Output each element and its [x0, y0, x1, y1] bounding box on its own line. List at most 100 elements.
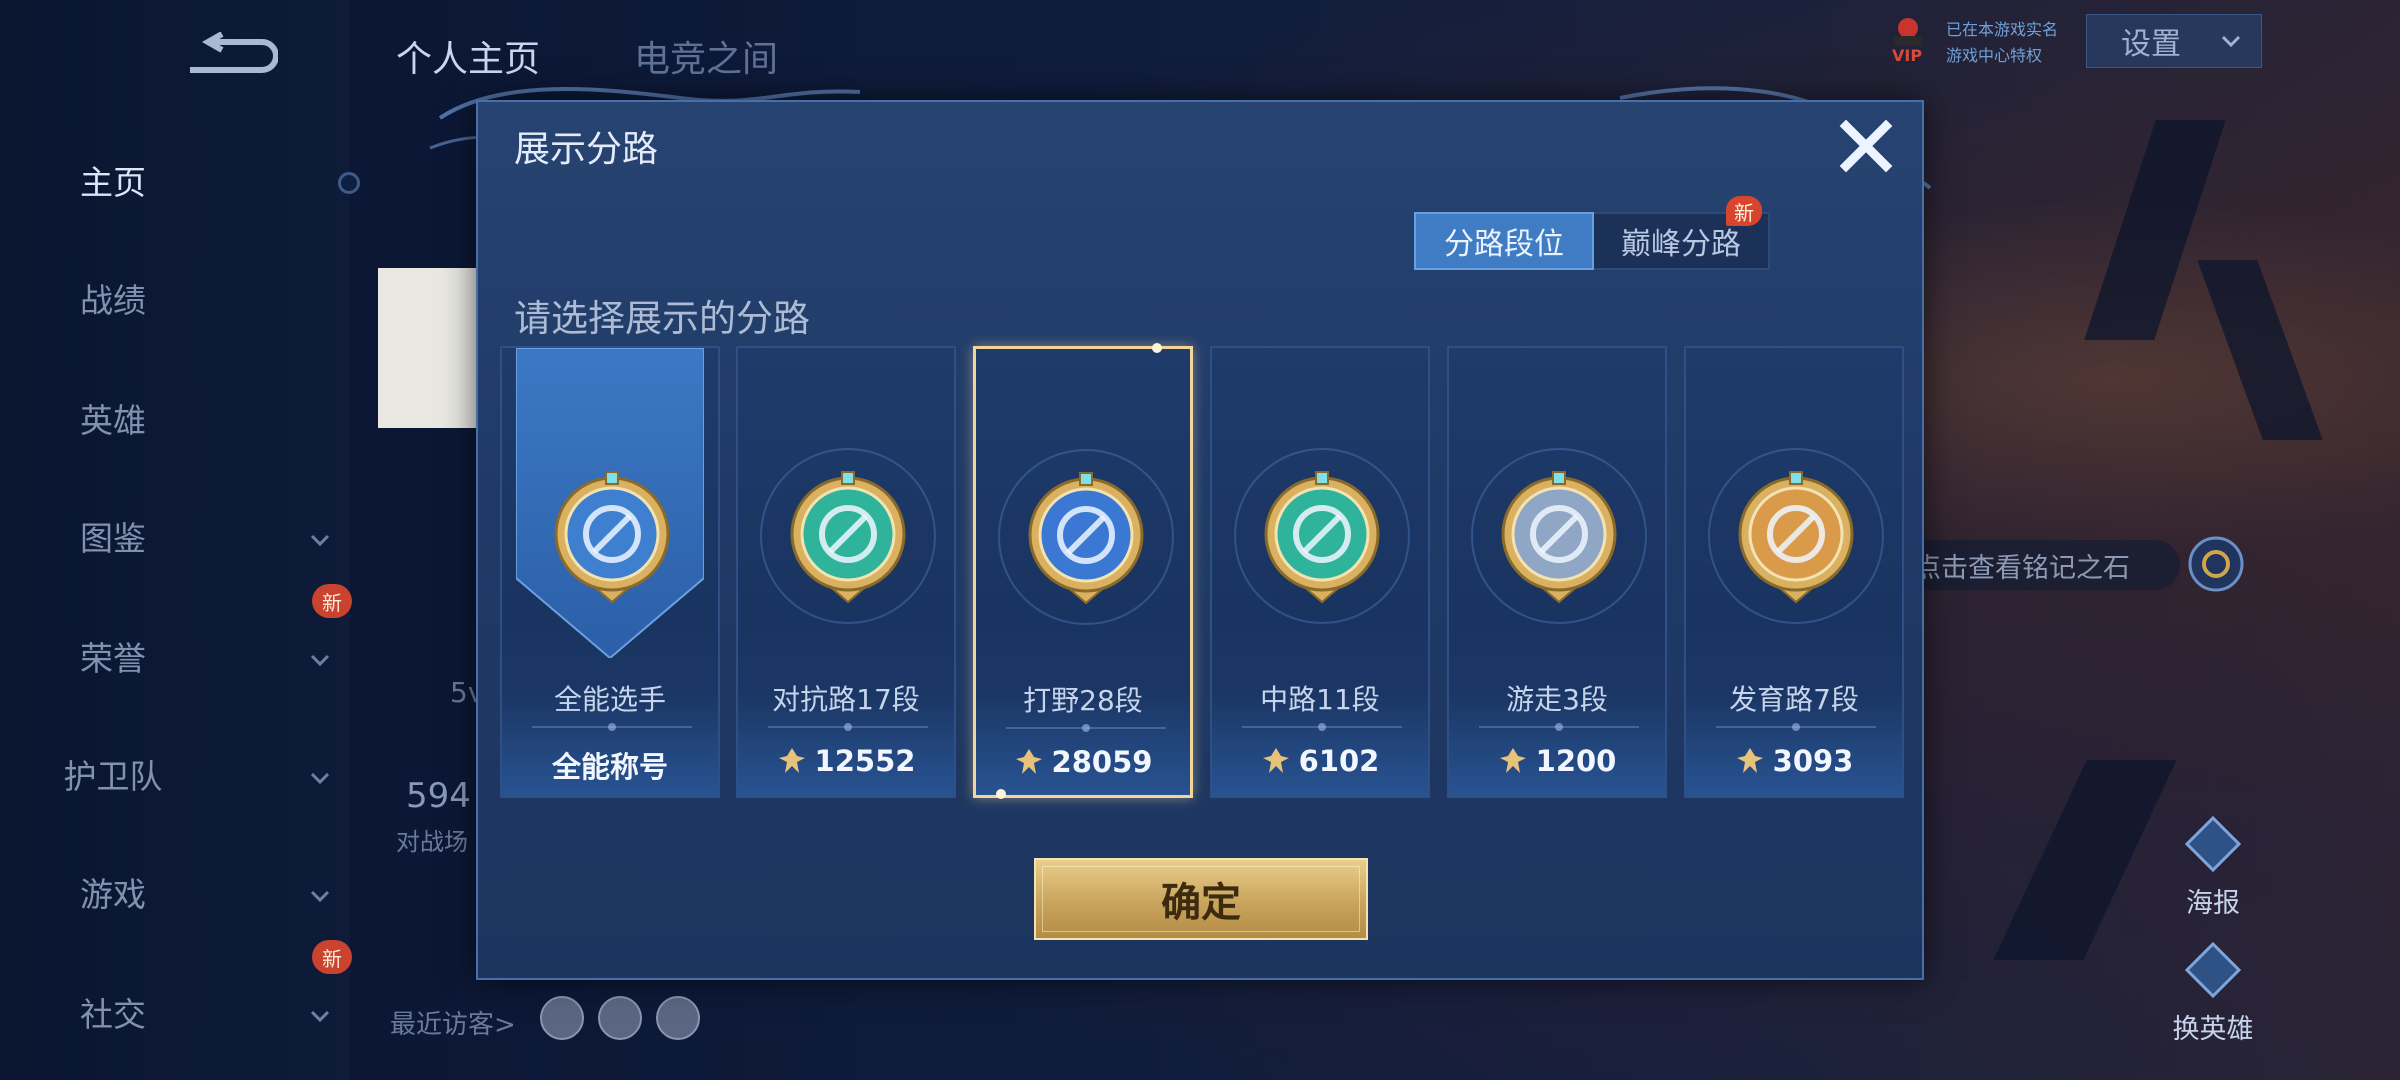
new-badge: 新: [1726, 196, 1762, 226]
sidebar-item[interactable]: 战绩: [0, 268, 350, 328]
lane-card-score-value: 6102: [1298, 744, 1380, 778]
lane-card[interactable]: 全能选手 全能称号: [500, 346, 720, 798]
close-icon[interactable]: [1834, 114, 1898, 178]
partial-sub-text: 对战场: [396, 828, 468, 856]
card-divider: [1242, 723, 1402, 731]
chevron-down-icon: [310, 654, 330, 667]
sidebar-item-label: 护卫队: [63, 757, 163, 796]
rank-points-icon: [1499, 748, 1526, 773]
rank-points-icon: [1015, 749, 1042, 774]
lane-card-name: 对抗路17段: [772, 683, 920, 716]
card-divider: [768, 723, 928, 731]
vip-line-1: 已在本游戏实名: [1946, 20, 2059, 39]
card-divider: [1479, 723, 1639, 731]
rank-points-icon: [1262, 748, 1289, 773]
select-lane-prompt: 请选择展示的分路: [514, 297, 810, 340]
lane-card[interactable]: 发育路7段 3093: [1684, 346, 1904, 798]
switch-hero-icon: [2184, 941, 2242, 999]
lane-card-score: 1200: [1449, 744, 1665, 778]
sidebar-item[interactable]: 社交: [0, 982, 350, 1042]
new-badge: 新: [312, 940, 352, 974]
rune-hint-text: 点击查看铭记之石: [1914, 552, 2130, 584]
card-divider: [1006, 724, 1166, 732]
tab-personal-home[interactable]: 个人主页: [396, 30, 540, 82]
chevron-down-icon: [310, 890, 330, 903]
tab-peak-lane[interactable]: 巅峰分路 新: [1594, 196, 1770, 270]
poster-label: 海报: [2186, 888, 2240, 919]
sidebar-item[interactable]: 护卫队: [0, 744, 350, 804]
rune-hint[interactable]: 点击查看铭记之石: [1880, 540, 2180, 590]
sidebar-item-label: 战绩: [80, 281, 146, 320]
new-badge: 新: [312, 584, 352, 618]
sidebar-item[interactable]: 游戏: [0, 862, 350, 922]
lane-card-score: 6102: [1212, 744, 1428, 778]
sidebar-item[interactable]: 英雄: [0, 388, 350, 448]
chevron-down-icon: [2221, 35, 2241, 48]
sidebar-item-label: 游戏: [80, 875, 146, 914]
lane-card-name: 发育路7段: [1729, 683, 1859, 716]
farm-lane-emblem-icon: [1738, 471, 1854, 604]
sidebar-item[interactable]: 图鉴: [0, 506, 350, 566]
rank-points-icon: [778, 748, 805, 773]
chevron-down-icon: [310, 1010, 330, 1023]
recent-visitors-label[interactable]: 最近访客>: [390, 1004, 516, 1041]
switch-hero-button[interactable]: 换英雄: [2168, 940, 2258, 1046]
lane-card-list: 全能选手 全能称号 对抗路17段 12552 打野28段 28059 中路11段 6102 游走…: [500, 343, 1904, 799]
lane-card-score-value: 3093: [1772, 744, 1854, 778]
lane-card-name: 游走3段: [1506, 683, 1608, 716]
mid-lane-emblem-icon: [1264, 471, 1380, 604]
lane-card-score: 28059: [976, 745, 1190, 779]
sidebar-item-label: 英雄: [80, 401, 146, 440]
lane-card-name: 中路11段: [1260, 683, 1380, 716]
visitor-avatar[interactable]: [656, 996, 700, 1040]
back-arrow-icon[interactable]: [182, 32, 278, 80]
sidebar-item-label: 主页: [80, 163, 146, 202]
tab-lane-rank[interactable]: 分路段位: [1414, 212, 1594, 270]
lane-card-score-value: 全能称号: [551, 750, 668, 784]
lane-card[interactable]: 打野28段 28059: [973, 343, 1193, 799]
confirm-button[interactable]: 确定: [1034, 858, 1368, 940]
vip-label: VIP: [1892, 46, 1923, 65]
lane-card-score-value: 1200: [1535, 744, 1617, 778]
chevron-down-icon: [310, 534, 330, 547]
card-divider: [532, 723, 692, 731]
visitor-avatar[interactable]: [540, 996, 584, 1040]
lane-card-score: 12552: [738, 744, 954, 778]
clash-lane-emblem-icon: [790, 471, 906, 604]
lane-card[interactable]: 对抗路17段 12552: [736, 346, 956, 798]
rank-points-icon: [1736, 748, 1763, 773]
roam-emblem-icon: [1501, 471, 1617, 604]
sidebar-item-label: 图鉴: [80, 519, 146, 558]
lane-card-name: 全能选手: [553, 683, 666, 716]
settings-button[interactable]: 设置: [2086, 14, 2262, 68]
confirm-label: 确定: [1161, 880, 1241, 926]
sidebar-item-label: 社交: [80, 995, 146, 1034]
poster-button[interactable]: 海报: [2168, 814, 2258, 920]
allround-emblem-icon: [554, 471, 670, 604]
sidebar-item[interactable]: 荣誉: [0, 626, 350, 686]
tab-lane-rank-label: 分路段位: [1444, 227, 1564, 262]
chevron-down-icon: [310, 772, 330, 785]
sidebar-item[interactable]: 主页: [0, 150, 350, 210]
vip-line-2: 游戏中心特权: [1946, 46, 2043, 65]
poster-icon: [2184, 815, 2242, 873]
lane-card-score-value: 28059: [1051, 745, 1153, 779]
lane-card[interactable]: 游走3段 1200: [1447, 346, 1667, 798]
rune-stone-icon[interactable]: [2186, 534, 2246, 594]
lane-card-name: 打野28段: [1023, 684, 1143, 717]
lane-card[interactable]: 中路11段 6102: [1210, 346, 1430, 798]
tab-esports-room[interactable]: 电竞之间: [634, 30, 778, 82]
card-divider: [1716, 723, 1876, 731]
sidebar-item-label: 荣誉: [80, 639, 146, 678]
selection-corner-dot: [1152, 343, 1162, 353]
partial-count-text: 594: [406, 776, 471, 816]
selection-corner-dot: [996, 789, 1006, 799]
switch-hero-label: 换英雄: [2172, 1014, 2254, 1045]
lane-card-score: 3093: [1686, 744, 1902, 778]
visitor-avatar[interactable]: [598, 996, 642, 1040]
lane-card-score: 全能称号: [502, 744, 718, 786]
lane-card-score-value: 12552: [814, 744, 916, 778]
tab-peak-lane-label: 巅峰分路: [1621, 227, 1741, 262]
jungle-emblem-icon: [1028, 472, 1144, 605]
modal-title: 展示分路: [514, 129, 659, 170]
